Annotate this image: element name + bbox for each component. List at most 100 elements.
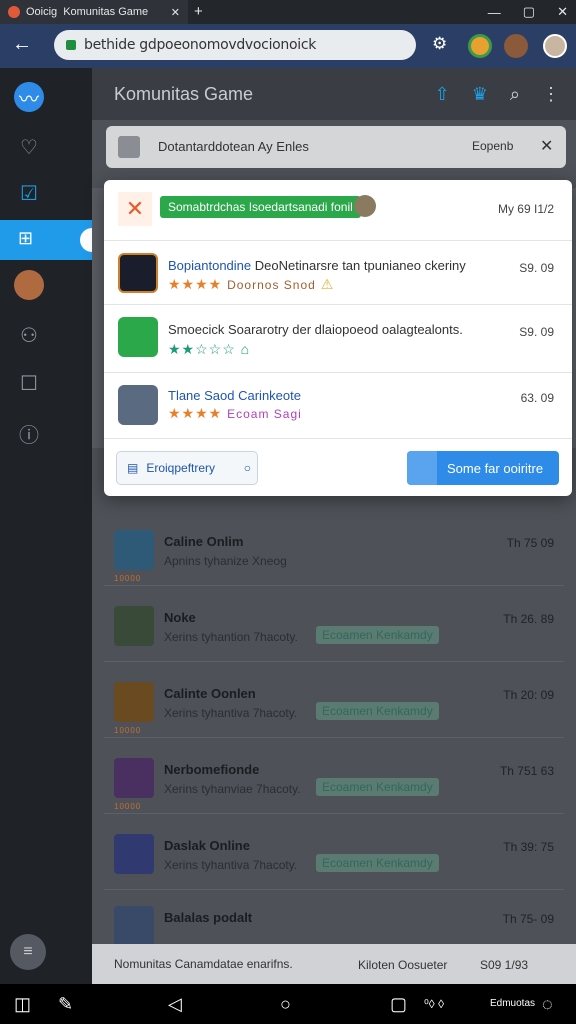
modal-row-3[interactable]: Tlane Saod Carinkeote ★★★★ Ecoam Sagi 63… [104,372,572,438]
user-avatar[interactable] [14,270,44,300]
footer-right[interactable]: Kiloten Oosueter [358,958,447,972]
list-item-title: Balalas podalt [164,910,253,925]
list-item[interactable]: Daslak Online Xerins tyhantiva 7hacoty. … [104,814,564,890]
list-item-badge: Ecoamen Kenkamdy [316,626,439,644]
avatar-account[interactable] [543,34,567,58]
game-thumb [114,682,154,722]
left-rail: 〰 ♡ ☑ ⊞ ⚇ ☐ ⓘ ≡ [0,68,104,984]
chat-icon[interactable]: ☐ [14,368,44,398]
list-item-label: 10000 [114,802,142,811]
browser-tab[interactable]: Ooicig Komunitas Game ✕ [0,0,188,24]
list-item-title: Nerbomefionde [164,762,260,777]
list-item-badge: Ecoamen Kenkamdy [316,702,439,720]
list-item[interactable]: Noke Xerins tyhantion 7hacoty. Ecoamen K… [104,586,564,662]
modal-row-time: S9. 09 [519,261,554,275]
list-item-sub: Xerins tyhanviae 7hacoty. [164,782,301,796]
status-chip[interactable]: Somabtrdchas Isoedartsanadi fonil [160,196,361,218]
menu-fab-icon[interactable]: ≡ [10,934,46,970]
upload-icon[interactable]: ⇧ [435,84,450,105]
game-thumb [114,834,154,874]
messenger-icon[interactable]: 〰 [14,82,44,112]
list-item-title: Daslak Online [164,838,250,853]
info-icon[interactable]: ⓘ [14,418,44,448]
community-modal: ✕ Somabtrdchas Isoedartsanadi fonil My 6… [104,180,572,496]
list-item-sub: Xerins tyhantiva 7hacoty. [164,706,298,720]
chip-avatar [354,195,376,217]
friends-icon[interactable]: ⚇ [14,320,44,350]
notice-close-icon[interactable]: ✕ [540,136,553,156]
notice-icon [118,136,140,158]
doc-icon: ▤ [127,461,139,475]
minimize-button[interactable]: — [488,5,501,20]
tab-prefix: Ooicig [26,6,58,18]
secondary-button[interactable]: ▤ Eroiqpeftrery ○ [116,451,258,485]
list-item-badge: Ecoamen Kenkamdy [316,778,439,796]
window-close-button[interactable]: ✕ [557,4,568,20]
list-item-label: 10000 [114,574,142,583]
back-nav-icon[interactable]: ◁ [168,994,182,1015]
toggle-icon: ○ [243,461,251,475]
list-item-sub: Xerins tyhantiva 7hacoty. [164,858,298,872]
header-icons: ⇧ ♛ ⌕ ⋮ [435,84,560,105]
game-thumb [118,385,158,425]
list-item[interactable]: Nerbomefionde Xerins tyhanviae 7hacoty. … [104,738,564,814]
modal-actions: ▤ Eroiqpeftrery ○ Some far ooiritre [104,438,572,496]
tab-close-icon[interactable]: ✕ [171,6,180,19]
primary-button[interactable]: Some far ooiritre [407,451,559,485]
list-item-label: 10000 [114,726,142,735]
list-item-title: Calinte Oonlen [164,686,256,701]
chat-bubble-icon[interactable]: ◌ [542,994,553,1015]
pen-icon[interactable]: ✎ [58,994,73,1015]
url-text: bethide gdpoeonomovdvocionoick [84,37,317,53]
split-screen-icon[interactable]: ◫ [14,994,31,1015]
list-item-badge: Ecoamen Kenkamdy [316,854,439,872]
more-vert-icon[interactable]: ⋮ [542,84,560,105]
list-item-title: Noke [164,610,196,625]
address-bar-row: ← bethide gdpoeonomovdvocionoick ⚙ [0,24,576,68]
tab-title: Komunitas Game [63,6,149,18]
extension-icon[interactable]: ⚙ [432,34,447,54]
lock-icon [66,40,76,50]
footer-left: Nomunitas Canamdatae enarifns. [114,957,293,971]
modal-row-2[interactable]: Smoecick Soararotry der dlaiopoeod oalag… [104,304,572,372]
new-tab-button[interactable]: + [194,3,203,20]
list-item[interactable]: Caline Onlim Apnins tyhanize Xneog Th 75… [104,510,564,586]
heart-chat-icon[interactable]: ♡ [14,132,44,162]
list-item[interactable]: Calinte Oonlen Xerins tyhantiva 7hacoty.… [104,662,564,738]
close-x-icon[interactable]: ✕ [118,192,152,226]
url-field[interactable]: bethide gdpoeonomovdvocionoick [54,30,416,60]
page-title: Komunitas Game [114,83,254,104]
mini-label: Edmuotas [490,998,536,1009]
game-thumb [114,606,154,646]
home-nav-icon[interactable]: ○ [280,994,291,1015]
rail-item-active[interactable]: ⊞ [0,220,104,260]
modal-top-time: My 69 I1/2 [497,202,554,216]
list-item-time: Th 39: 75 [503,840,554,854]
modal-row-time: S9. 09 [519,325,554,339]
modal-row-1[interactable]: Bopiantondine DeoNetinarsre tan tpuniane… [104,240,572,304]
avatar-small[interactable] [504,34,528,58]
search-icon[interactable]: ⌕ [510,84,520,105]
trophy-icon[interactable]: ♛ [472,84,488,105]
notice-text: Dotantarddotean Ay Enles [158,139,309,154]
modal-row-title: Smoecick Soararotry der dlaiopoeod oalag… [168,322,463,337]
rating-stars: ★★★★ Doornos Snod ⚠ [168,276,335,292]
check-square-icon[interactable]: ☑ [14,178,44,208]
list-item-time: Th 26. 89 [503,612,554,626]
list-item-time: Th 75- 09 [502,912,554,926]
list-item-time: Th 751 63 [499,764,554,778]
recents-nav-icon[interactable]: ▢ [390,994,407,1015]
window-controls: — ▢ ✕ [488,0,568,24]
modal-top-row: ✕ Somabtrdchas Isoedartsanadi fonil My 6… [104,180,572,240]
notice-banner: Dotantarddotean Ay Enles Eopenb ✕ [106,126,566,168]
list-item-time: Th 75 09 [506,536,554,550]
notice-action[interactable]: Eopenb [472,139,513,153]
rating-stars: ★★☆☆☆ ⌂ [168,341,251,357]
list-item-title: Caline Onlim [164,534,244,549]
game-thumb [114,906,154,946]
maximize-button[interactable]: ▢ [523,4,535,20]
profile-sync-icon[interactable] [468,34,492,58]
browser-tabbar: Ooicig Komunitas Game ✕ + — ▢ ✕ [0,0,576,24]
modal-row-title: Bopiantondine DeoNetinarsre tan tpuniane… [168,258,466,273]
back-arrow-icon[interactable]: ← [12,33,32,56]
